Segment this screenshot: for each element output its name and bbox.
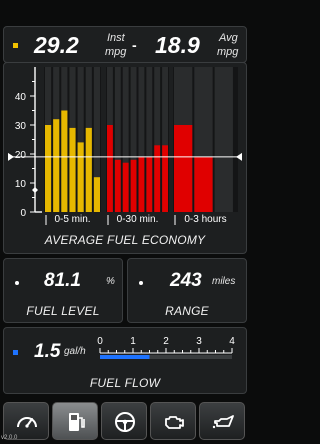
avg-mpg-unit-bottom: mpg xyxy=(217,46,239,58)
fuel-flow-unit: gal/h xyxy=(64,346,86,357)
inst-mpg-unit-top: Inst xyxy=(107,32,125,44)
tab-steering[interactable] xyxy=(101,402,147,440)
fuel-pump-icon xyxy=(69,413,85,431)
range-unit: miles xyxy=(212,276,236,287)
range-bullet xyxy=(139,281,143,285)
fuel-level-label: FUEL LEVEL xyxy=(26,304,100,318)
chart-bar xyxy=(77,142,84,212)
chart-bar xyxy=(122,162,129,212)
chart-bar xyxy=(114,159,121,212)
chart-bar xyxy=(45,125,52,212)
range-value: 243 xyxy=(170,270,202,291)
chart-bar xyxy=(107,125,113,212)
chart-bar xyxy=(146,156,153,212)
chart-average-marker-left xyxy=(8,152,14,161)
fuel-level-bullet xyxy=(15,281,19,285)
chart-y-tick-label: 10 xyxy=(15,179,27,190)
chart-bar xyxy=(174,125,193,212)
fuel-level-value: 81.1 xyxy=(44,270,81,291)
inst-mpg-unit-bottom: mpg xyxy=(105,46,127,58)
fuel-flow-scale-label: 1 xyxy=(130,336,136,347)
chart-y-tick-label: 20 xyxy=(15,150,27,161)
chart-group-label: 0-3 hours xyxy=(184,214,226,225)
steering-wheel-icon xyxy=(115,412,135,432)
fuel-flow-indicator xyxy=(13,350,18,355)
engine-icon xyxy=(165,416,184,429)
fuel-flow-scale-label: 3 xyxy=(196,336,202,347)
fuel-flow-track xyxy=(149,355,232,359)
avg-mpg-value: 18.9 xyxy=(155,32,200,58)
chart-bar xyxy=(154,145,161,212)
fuel-level-panel[interactable]: 81.1 % FUEL LEVEL xyxy=(3,258,123,323)
fuel-economy-chart[interactable]: 0-5 min. 0-30 min. 0-3 hours 0 10 20 30 40 xyxy=(0,62,250,262)
tab-engine[interactable] xyxy=(150,402,196,440)
inst-mpg-indicator xyxy=(13,43,18,48)
chart-bar xyxy=(162,145,168,212)
chart-bar xyxy=(69,127,76,212)
oil-can-icon xyxy=(212,415,234,429)
inst-mpg-value: 29.2 xyxy=(34,32,79,58)
fuel-level-unit: % xyxy=(106,276,115,287)
chart-y-tick-label: 30 xyxy=(15,121,27,132)
chart-bar xyxy=(194,156,213,212)
fuel-flow-scale: 0 1 2 3 4 xyxy=(97,336,235,359)
chart-axis-diamond xyxy=(32,187,38,193)
fuel-flow-label: FUEL FLOW xyxy=(89,376,161,390)
tab-oil[interactable] xyxy=(199,402,245,440)
fuel-flow-scale-label: 2 xyxy=(163,336,169,347)
chart-bar xyxy=(85,127,92,212)
chart-group-label: 0-5 min. xyxy=(54,214,90,225)
fuel-flow-value: 1.5 xyxy=(34,341,61,362)
chart-bar xyxy=(53,119,60,212)
avg-mpg-unit-top: Avg xyxy=(219,32,238,44)
fuel-flow-scale-label: 4 xyxy=(229,336,235,347)
chart-slot-bg xyxy=(214,67,233,212)
gauge-icon xyxy=(17,417,37,428)
fuel-flow-scale-label: 0 xyxy=(97,336,103,347)
range-label: RANGE xyxy=(165,304,209,318)
chart-y-tick-label: 40 xyxy=(15,92,27,103)
chart-bar xyxy=(138,156,145,212)
tab-fuel[interactable] xyxy=(52,402,98,440)
chart-bar xyxy=(130,159,137,212)
chart-y-tick-label: 0 xyxy=(20,208,26,219)
readout-separator: - xyxy=(132,37,137,53)
version-label: v2.0.0 xyxy=(1,435,18,441)
fuel-economy-readout-panel: 29.2 Inst mpg - 18.9 Avg mpg xyxy=(3,26,247,63)
chart-bar xyxy=(93,177,100,212)
chart-bar xyxy=(61,110,68,212)
range-panel[interactable]: 243 miles RANGE xyxy=(127,258,247,323)
chart-group-label: 0-30 min. xyxy=(117,214,159,225)
fuel-flow-level-bar xyxy=(100,355,150,359)
